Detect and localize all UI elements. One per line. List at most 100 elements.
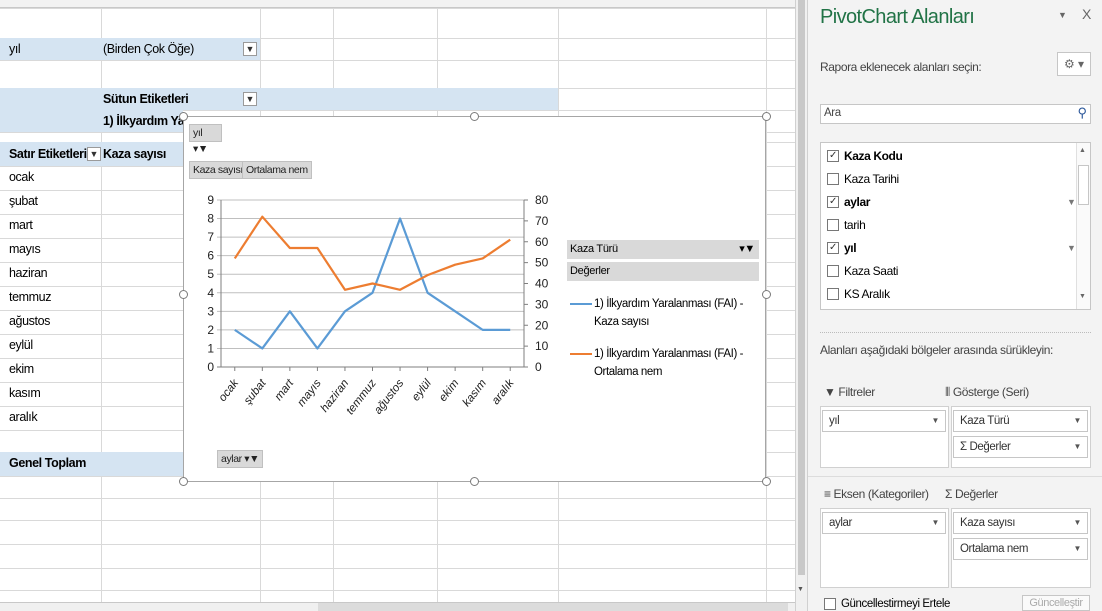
pivot-row-label[interactable]: temmuz xyxy=(9,287,51,308)
y-right-tick-label: 60 xyxy=(535,235,549,249)
field-list[interactable]: ✓ Kaza Kodu Kaza Tarihi ✓ aylar ▼ tarih ✓ yıl ▼ Ka… xyxy=(820,142,1091,310)
resize-handle-r[interactable] xyxy=(762,290,771,299)
horizontal-scrollbar[interactable] xyxy=(318,603,788,611)
y-left-tick-label: 1 xyxy=(207,341,214,355)
field-item[interactable]: tarih xyxy=(827,218,866,232)
checkbox[interactable] xyxy=(827,173,839,185)
values-item-kaza-sayisi[interactable]: Kaza sayısı ▼ xyxy=(953,512,1088,534)
field-list-scrollbar[interactable]: ▲ ▼ xyxy=(1076,143,1090,309)
field-item[interactable]: Kaza Saati xyxy=(827,264,898,278)
pivot-row-label[interactable]: mayıs xyxy=(9,239,41,260)
pivot-chart[interactable]: yıl ▾▼ Kaza sayısı Ortalama nem aylar ▾▼… xyxy=(183,116,766,482)
axis-item-aylar[interactable]: aylar ▼ xyxy=(822,512,946,534)
x-tick-label: eylül xyxy=(410,377,434,403)
resize-handle-bl[interactable] xyxy=(179,477,188,486)
legend-title: Kaza Türü xyxy=(570,243,618,255)
resize-handle-tr[interactable] xyxy=(762,112,771,121)
value-button-ortalama-nem[interactable]: Ortalama nem xyxy=(242,161,312,179)
close-icon[interactable]: X xyxy=(1082,6,1091,22)
update-button[interactable]: Güncelleştir xyxy=(1022,595,1090,611)
x-tick-label: kasım xyxy=(461,377,490,409)
resize-handle-br[interactable] xyxy=(762,477,771,486)
pivot-row-label[interactable]: aralık xyxy=(9,407,38,428)
checkbox[interactable] xyxy=(827,288,839,300)
checkbox[interactable] xyxy=(827,219,839,231)
vertical-scrollbar[interactable]: ▼ xyxy=(795,0,807,611)
legend-entry-2[interactable]: 1) İlkyardım Yaralanması (FAI) - Ortalam… xyxy=(570,345,760,381)
gear-icon[interactable]: ⚙ ▾ xyxy=(1057,52,1091,76)
axis-zone-header: ≡ Eksen (Kategoriler) xyxy=(824,487,929,501)
year-field-button[interactable]: yıl ▾▼ xyxy=(189,124,222,155)
pivot-filter-value[interactable]: (Birden Çok Öğe) xyxy=(103,39,194,60)
search-placeholder: Ara xyxy=(824,107,841,119)
pane-title: PivotChart Alanları xyxy=(820,6,975,28)
pane-options-icon[interactable]: ▼ xyxy=(1058,10,1067,20)
resize-handle-tl[interactable] xyxy=(179,112,188,121)
row-filter-icon[interactable]: ▼ xyxy=(87,147,101,161)
checkbox[interactable]: ✓ xyxy=(827,196,839,208)
filter-dropdown-icon[interactable]: ▼ xyxy=(243,42,257,56)
pivot-row-label[interactable]: haziran xyxy=(9,263,48,284)
field-label: Kaza Kodu xyxy=(844,149,903,163)
pivot-row-label[interactable]: ocak xyxy=(9,167,34,188)
scrollbar-thumb[interactable] xyxy=(798,0,805,575)
field-item[interactable]: KS Aralık xyxy=(827,287,890,301)
checkbox[interactable]: ✓ xyxy=(827,242,839,254)
scroll-down-icon[interactable]: ▼ xyxy=(1079,293,1086,300)
value-button-kaza-sayisi[interactable]: Kaza sayısı xyxy=(189,161,247,179)
sigma-icon: Σ xyxy=(945,487,955,501)
pivot-row-label[interactable]: şubat xyxy=(9,191,38,212)
year-field-button-label: yıl xyxy=(193,127,203,139)
x-tick-label: ağustos xyxy=(372,377,406,416)
drag-areas-label: Alanları aşağıdaki bölgeler arasında sür… xyxy=(820,343,1053,357)
values-item-ortalama-nem[interactable]: Ortalama nem ▼ xyxy=(953,538,1088,560)
legend-title-bar[interactable]: Kaza Türü ▾▼ xyxy=(567,240,759,259)
legend-entry-1[interactable]: 1) İlkyardım Yaralanması (FAI) - Kaza sa… xyxy=(570,295,760,331)
defer-update-checkbox[interactable]: Güncellestirmeyi Ertele xyxy=(824,597,950,611)
value-button-label: Ortalama nem xyxy=(246,164,308,176)
resize-handle-l[interactable] xyxy=(179,290,188,299)
rows-icon: ≡ xyxy=(824,487,834,501)
grand-total-label[interactable]: Genel Toplam xyxy=(9,453,86,474)
field-list-scroll-thumb[interactable] xyxy=(1078,165,1089,205)
pivot-row-label[interactable]: ağustos xyxy=(9,311,50,332)
field-item[interactable]: ✓ yıl ▼ xyxy=(827,241,1076,255)
column-filter-icon[interactable]: ▼ xyxy=(243,92,257,106)
filters-item-yil[interactable]: yıl ▼ xyxy=(822,410,946,432)
search-input[interactable]: Ara ⚲ xyxy=(820,104,1091,124)
worksheet-grid[interactable]: yıl (Birden Çok Öğe) ▼ Sütun Etiketleri … xyxy=(0,0,795,611)
scroll-down-icon[interactable]: ▼ xyxy=(797,586,804,593)
legend-item-degerler[interactable]: Σ Değerler ▼ xyxy=(953,436,1088,458)
legend-label-1: 1) İlkyardım Yaralanması (FAI) - Kaza sa… xyxy=(594,298,744,328)
field-label: Kaza Saati xyxy=(844,264,899,278)
field-label: yıl xyxy=(844,241,857,255)
checkbox[interactable] xyxy=(824,598,836,610)
values-header[interactable]: Kaza sayısı xyxy=(103,144,166,165)
field-item[interactable]: ✓ aylar ▼ xyxy=(827,195,1076,209)
values-zone-header: Σ Değerler xyxy=(945,487,998,501)
columns-icon: ⦀ xyxy=(945,385,953,399)
resize-handle-t[interactable] xyxy=(470,112,479,121)
field-item[interactable]: Kaza Tarihi xyxy=(827,172,899,186)
pivot-row-label[interactable]: eylül xyxy=(9,335,33,356)
checkbox[interactable] xyxy=(827,265,839,277)
checkbox[interactable]: ✓ xyxy=(827,150,839,162)
search-icon: ⚲ xyxy=(1077,105,1087,120)
pivot-row-label[interactable]: mart xyxy=(9,215,33,236)
y-left-tick-label: 5 xyxy=(207,267,214,281)
scroll-up-icon[interactable]: ▲ xyxy=(1079,147,1086,154)
legend-swatch-2 xyxy=(570,353,592,355)
x-tick-label: ekim xyxy=(437,377,462,404)
y-right-tick-label: 0 xyxy=(535,360,542,374)
y-right-tick-label: 50 xyxy=(535,256,549,270)
pivot-row-label[interactable]: ekim xyxy=(9,359,34,380)
pivot-filter-label[interactable]: yıl xyxy=(9,39,21,60)
legend-label-2: 1) İlkyardım Yaralanması (FAI) - Ortalam… xyxy=(594,348,744,378)
column-labels-header[interactable]: Sütun Etiketleri xyxy=(103,89,189,110)
resize-handle-b[interactable] xyxy=(470,477,479,486)
y-left-tick-label: 2 xyxy=(207,323,214,337)
legend-item-kaza-turu[interactable]: Kaza Türü ▼ xyxy=(953,410,1088,432)
field-item[interactable]: ✓ Kaza Kodu xyxy=(827,149,903,163)
row-labels-header[interactable]: Satır Etiketleri xyxy=(9,144,87,165)
pivot-row-label[interactable]: kasım xyxy=(9,383,41,404)
